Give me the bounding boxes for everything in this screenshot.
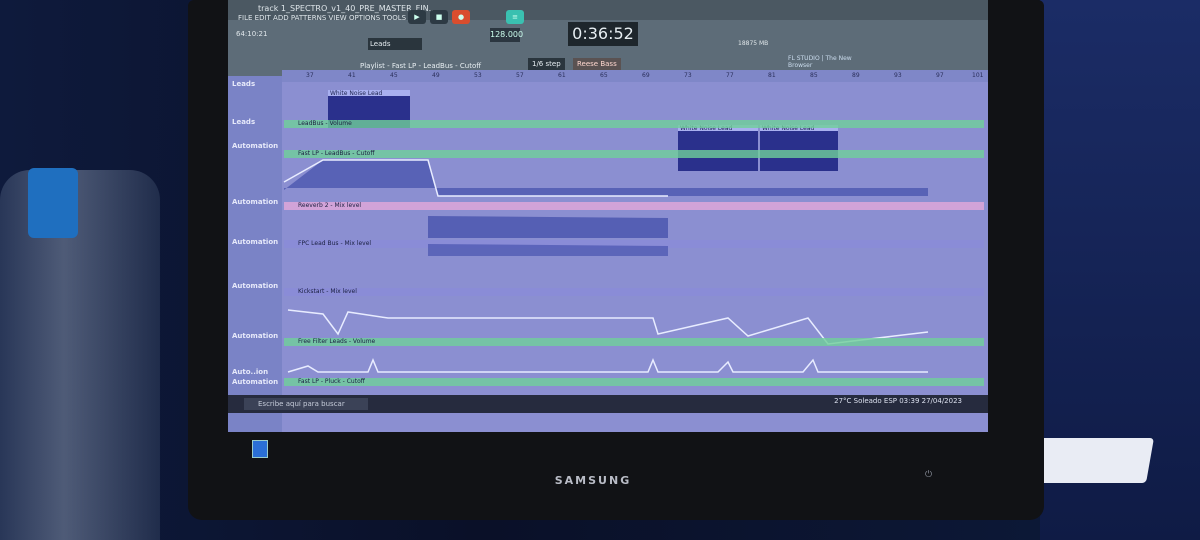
- automation-clip-label: Fast LP - LeadBus - Cutoff: [298, 150, 375, 156]
- automation-envelope[interactable]: [428, 244, 668, 256]
- screen: track 1_SPECTRO_v1_40_PRE_MASTER_FIN... …: [228, 0, 988, 432]
- automation-clip-label: Kickstart - Mix level: [298, 288, 357, 294]
- date[interactable]: 27/04/2023: [922, 397, 962, 405]
- bottle-cap: [28, 168, 78, 238]
- automation-clip-label: LeadBus - Volume: [298, 120, 352, 126]
- water-bottle: [0, 170, 160, 540]
- automation-line[interactable]: [287, 358, 928, 373]
- monitor-brand: SAMSUNG: [554, 474, 632, 487]
- automation-clip-label: Fast LP - Pluck - Cutoff: [298, 378, 365, 384]
- automation-clip-label: Free Filter Leads - Volume: [298, 338, 376, 344]
- automation-envelope[interactable]: [428, 216, 668, 238]
- automation-envelope[interactable]: [284, 160, 928, 196]
- language[interactable]: ESP: [884, 397, 897, 405]
- power-icon: ⏻: [925, 470, 933, 480]
- weather[interactable]: 27°C Soleado: [834, 397, 882, 405]
- automation-clip-label: Reeverb 2 - Mix level: [298, 202, 362, 208]
- windows-taskbar: Escribe aquí para buscar 27°C Soleado ES…: [228, 395, 988, 413]
- taskbar-status: 27°C Soleado ESP 03:39 27/04/2023: [834, 397, 962, 405]
- automation-lanes[interactable]: [228, 0, 988, 432]
- automation-clip-label: FPC Lead Bus - Mix level: [298, 240, 372, 246]
- clock[interactable]: 03:39: [899, 397, 919, 405]
- taskbar-search[interactable]: Escribe aquí para buscar: [244, 398, 368, 410]
- windows-sticker: [252, 440, 268, 458]
